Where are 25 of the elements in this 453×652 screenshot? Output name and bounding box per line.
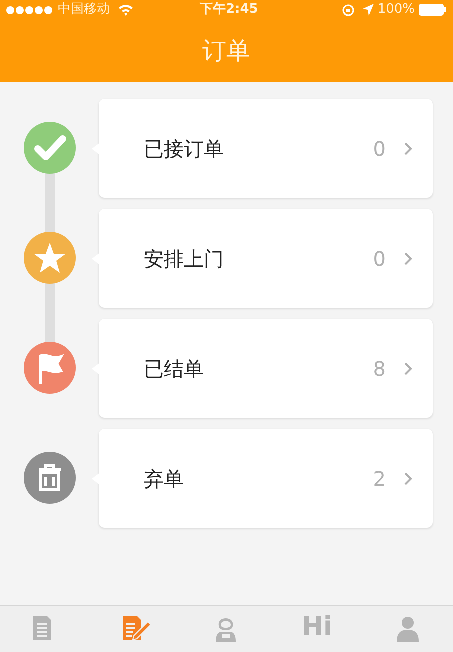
order-count: 8 (373, 356, 386, 382)
battery-icon (419, 4, 447, 16)
order-card[interactable]: 已接订单 0 (99, 99, 433, 198)
battery-level: 100% (378, 1, 415, 20)
wifi-icon (118, 4, 134, 16)
rotation-lock-icon (342, 4, 355, 16)
chevron-icon (404, 472, 413, 486)
order-count: 0 (373, 246, 386, 272)
order-card[interactable]: 安排上门 0 (99, 209, 433, 308)
order-count: 2 (373, 466, 386, 492)
order-status-label: 已接订单 (144, 136, 225, 162)
carrier-name: 中国移动 (58, 1, 110, 20)
chevron-icon (404, 252, 413, 266)
chevron-icon (404, 362, 413, 376)
order-card[interactable]: 已结单 8 (99, 319, 433, 418)
signal-icon (6, 6, 54, 14)
order-status-label: 已结单 (144, 356, 205, 382)
header-title: 订单 (202, 36, 250, 67)
chevron-icon (404, 142, 413, 156)
order-status-label: 安排上门 (144, 246, 225, 272)
status-time: 下午2:45 (200, 1, 258, 20)
order-card[interactable]: 弃单 2 (99, 429, 433, 528)
order-count: 0 (373, 136, 386, 162)
order-status-label: 弃单 (144, 466, 185, 492)
location-icon (362, 4, 374, 16)
